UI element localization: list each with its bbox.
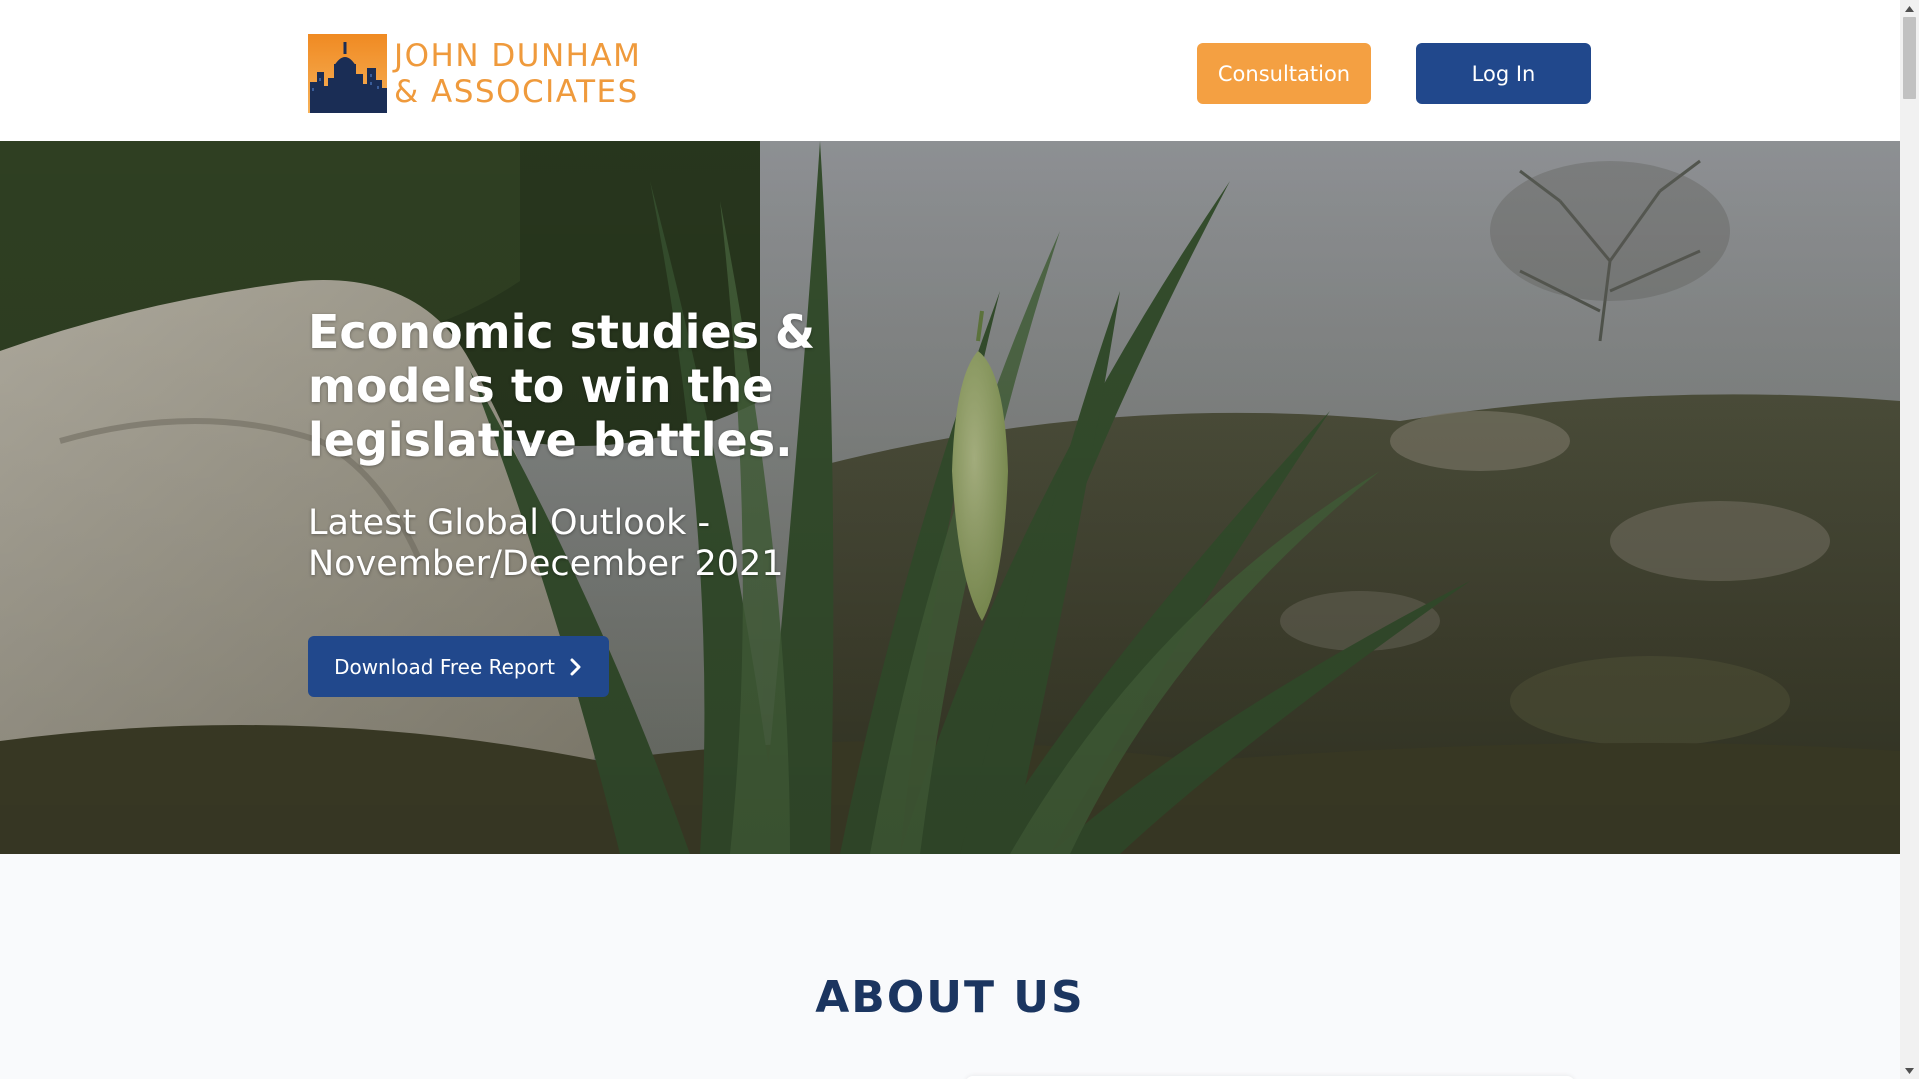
hero-content: Economic studies & models to win the leg… — [308, 141, 868, 854]
about-section: ABOUT US — [0, 854, 1900, 1079]
scroll-up-arrow[interactable] — [1900, 0, 1919, 17]
hero-background-image — [0, 141, 1900, 854]
city-skyline-icon — [308, 34, 387, 113]
about-title: ABOUT US — [815, 972, 1085, 1023]
page: JOHN DUNHAM & ASSOCIATES Consultation Lo… — [0, 0, 1900, 1079]
consultation-button[interactable]: Consultation — [1197, 43, 1371, 104]
chevron-right-icon — [570, 658, 581, 675]
login-button[interactable]: Log In — [1416, 43, 1591, 104]
hero-title: Economic studies & models to win the leg… — [308, 305, 816, 467]
page-scrollbar[interactable] — [1900, 0, 1919, 1079]
site-header: JOHN DUNHAM & ASSOCIATES Consultation Lo… — [0, 0, 1900, 141]
logo-text: JOHN DUNHAM & ASSOCIATES — [394, 38, 641, 110]
triangle-up-icon — [1905, 5, 1914, 12]
triangle-down-icon — [1905, 1067, 1914, 1074]
download-report-label: Download Free Report — [334, 654, 555, 679]
scroll-down-arrow[interactable] — [1900, 1062, 1919, 1079]
download-report-button[interactable]: Download Free Report — [308, 636, 609, 697]
logo-link[interactable]: JOHN DUNHAM & ASSOCIATES — [308, 34, 641, 113]
scroll-thumb[interactable] — [1903, 17, 1916, 99]
logo-text-line-2: & ASSOCIATES — [394, 73, 639, 110]
logo-text-line-1: JOHN DUNHAM — [394, 37, 642, 74]
hero-subtitle: Latest Global Outlook - November/Decembe… — [308, 503, 784, 584]
hero-section: Economic studies & models to win the leg… — [0, 141, 1900, 854]
